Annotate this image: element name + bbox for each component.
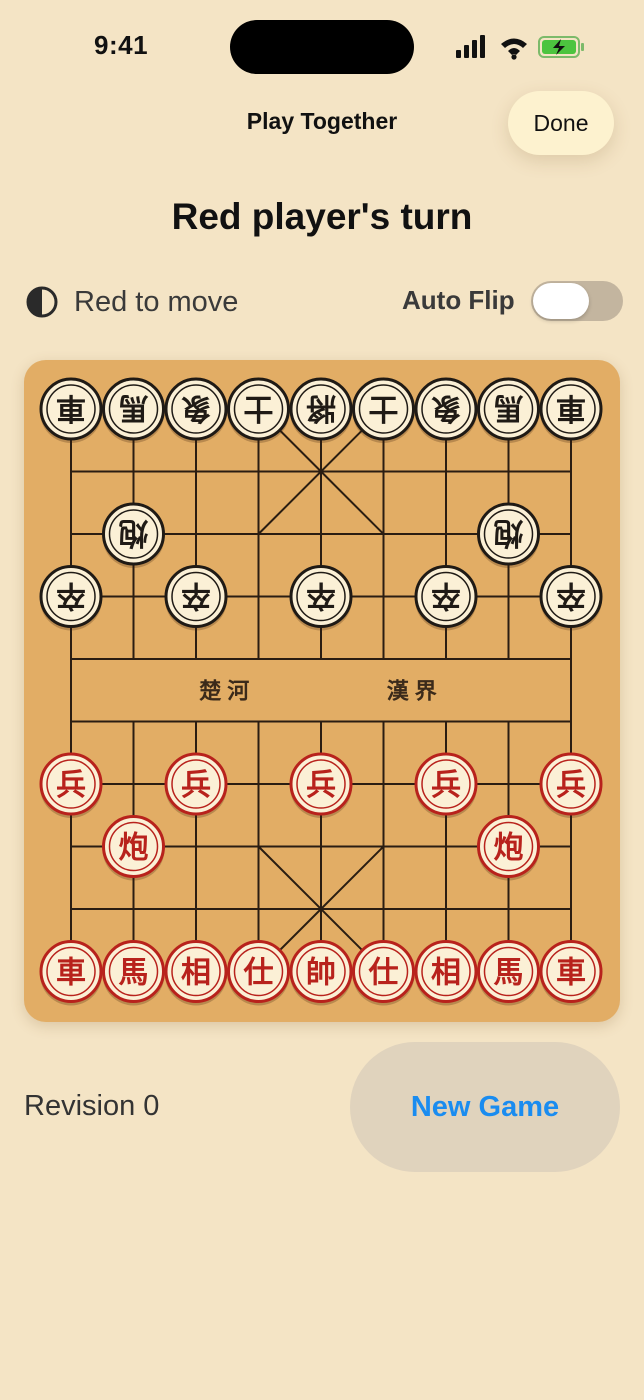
piece-character: 兵 — [556, 768, 586, 803]
piece-character: 馬 — [494, 390, 524, 425]
piece-character: 兵 — [306, 768, 336, 803]
red-piece[interactable]: 仕 — [227, 940, 290, 1006]
red-piece[interactable]: 馬 — [102, 940, 165, 1006]
piece-character: 卒 — [306, 578, 336, 613]
cellular-signal-icon — [456, 35, 485, 58]
piece-character: 炮 — [494, 831, 524, 866]
black-piece[interactable]: 馬 — [102, 377, 165, 443]
red-piece[interactable]: 相 — [164, 940, 228, 1006]
black-piece[interactable]: 車 — [539, 377, 603, 443]
black-piece[interactable]: 馬 — [477, 377, 540, 443]
piece-character: 相 — [431, 956, 461, 991]
piece-character: 馬 — [119, 956, 149, 991]
red-piece[interactable]: 兵 — [539, 752, 603, 818]
dynamic-island — [230, 20, 414, 74]
piece-character: 卒 — [181, 578, 211, 613]
piece-character: 卒 — [56, 578, 86, 613]
piece-character: 象 — [431, 390, 461, 425]
black-piece[interactable]: 象 — [164, 377, 228, 443]
piece-character: 車 — [556, 956, 586, 991]
auto-flip-toggle[interactable] — [531, 281, 623, 321]
toggle-knob — [533, 283, 589, 319]
red-piece[interactable]: 炮 — [477, 815, 540, 881]
black-piece[interactable]: 士 — [227, 377, 290, 443]
red-piece[interactable]: 兵 — [289, 752, 353, 818]
piece-character: 仕 — [368, 956, 399, 991]
piece-character: 帥 — [306, 956, 336, 991]
river-label-chu-he: 楚河 — [199, 679, 255, 704]
red-piece[interactable]: 兵 — [39, 752, 103, 818]
piece-character: 象 — [181, 390, 211, 425]
red-piece[interactable]: 馬 — [477, 940, 540, 1006]
new-game-button[interactable]: New Game — [350, 1042, 620, 1172]
half-circle-icon — [26, 286, 58, 318]
piece-character: 馬 — [494, 956, 524, 991]
wifi-icon — [501, 38, 527, 60]
black-piece[interactable]: 卒 — [164, 565, 228, 631]
black-piece[interactable]: 士 — [352, 377, 415, 443]
piece-character: 車 — [56, 390, 86, 425]
status-icons — [456, 35, 584, 60]
status-time: 9:41 — [94, 30, 149, 60]
move-status-row: Red to move — [26, 284, 238, 320]
piece-character: 馬 — [119, 390, 149, 425]
black-piece[interactable]: 卒 — [39, 565, 103, 631]
piece-character: 車 — [56, 956, 86, 991]
board-grid — [70, 408, 572, 973]
red-piece[interactable]: 車 — [539, 940, 603, 1006]
auto-flip-label: Auto Flip — [402, 285, 515, 315]
black-piece[interactable]: 炮 — [102, 502, 165, 568]
piece-character: 仕 — [243, 956, 274, 991]
black-piece[interactable]: 炮 — [477, 502, 540, 568]
piece-character: 卒 — [431, 578, 461, 613]
piece-character: 將 — [306, 390, 336, 425]
done-button[interactable]: Done — [508, 91, 614, 155]
xiangqi-board[interactable]: 楚河 漢界 車馬象士將士象馬車炮炮卒卒卒卒卒兵兵兵兵兵炮炮車馬相仕帥仕相馬車 — [24, 360, 620, 1022]
black-piece[interactable]: 卒 — [414, 565, 478, 631]
black-piece[interactable]: 象 — [414, 377, 478, 443]
piece-character: 士 — [369, 390, 399, 425]
piece-character: 兵 — [56, 768, 86, 803]
piece-character: 相 — [181, 956, 211, 991]
piece-character: 炮 — [119, 515, 149, 550]
piece-character: 炮 — [494, 515, 524, 550]
piece-character: 炮 — [119, 831, 149, 866]
red-piece[interactable]: 相 — [414, 940, 478, 1006]
piece-character: 車 — [556, 390, 586, 425]
piece-character: 士 — [244, 390, 274, 425]
piece-character: 卒 — [556, 578, 586, 613]
red-piece[interactable]: 兵 — [164, 752, 228, 818]
revision-label: Revision 0 — [24, 1090, 160, 1122]
river-label-han-jie: 漢界 — [387, 678, 443, 704]
move-status-text: Red to move — [74, 285, 239, 318]
red-piece[interactable]: 帥 — [289, 940, 353, 1006]
black-piece[interactable]: 車 — [39, 377, 103, 443]
red-piece[interactable]: 仕 — [352, 940, 415, 1006]
red-piece[interactable]: 兵 — [414, 752, 478, 818]
red-piece[interactable]: 車 — [39, 940, 103, 1006]
battery-charging-icon — [538, 36, 584, 58]
board-canvas[interactable]: 楚河 漢界 車馬象士將士象馬車炮 炮卒卒卒卒卒兵兵兵兵兵炮 炮車馬相仕帥仕相馬車 — [24, 360, 620, 1022]
red-piece[interactable]: 炮 — [102, 815, 165, 881]
piece-character: 兵 — [431, 768, 461, 803]
black-piece[interactable]: 將 — [289, 377, 353, 443]
status-bar: 9:41 — [0, 0, 644, 90]
black-piece[interactable]: 卒 — [539, 565, 603, 631]
piece-character: 兵 — [181, 768, 211, 803]
black-piece[interactable]: 卒 — [289, 565, 353, 631]
turn-title: Red player's turn — [171, 196, 473, 237]
